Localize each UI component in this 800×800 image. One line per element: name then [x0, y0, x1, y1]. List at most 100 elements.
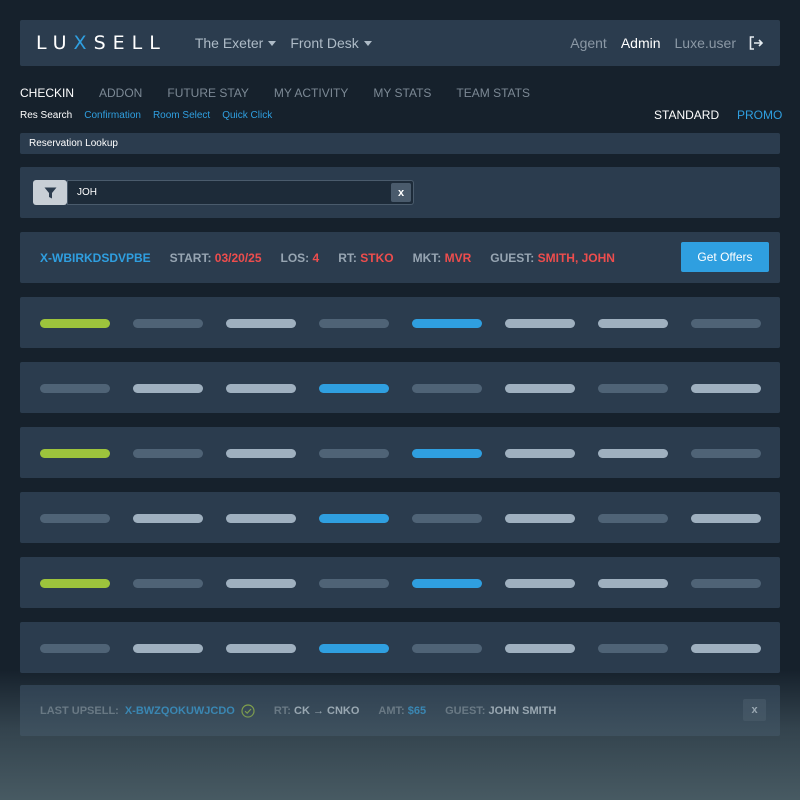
guest-label: GUEST:	[490, 250, 535, 265]
placeholder-pill	[691, 579, 761, 588]
placeholder-pill	[319, 384, 389, 393]
last-upsell-guest-value: JOHN SMITH	[488, 704, 557, 717]
start-label: START:	[169, 250, 212, 265]
offer-row[interactable]	[20, 297, 780, 348]
placeholder-pill	[412, 319, 482, 328]
placeholder-pill	[412, 579, 482, 588]
offer-row[interactable]	[20, 427, 780, 478]
placeholder-pill	[412, 644, 482, 653]
placeholder-pill	[691, 384, 761, 393]
placeholder-pill	[319, 449, 389, 458]
placeholder-pill	[226, 449, 296, 458]
placeholder-pill	[598, 644, 668, 653]
mkt-value: MVR	[444, 250, 472, 265]
tab-checkin[interactable]: CHECKIN	[20, 86, 74, 100]
property-label: The Exeter	[194, 35, 264, 51]
placeholder-pill	[319, 644, 389, 653]
section-title: Reservation Lookup	[20, 133, 780, 154]
chevron-down-icon	[268, 40, 277, 46]
placeholder-pill	[226, 644, 296, 653]
subtab-quick-click[interactable]: Quick Click	[222, 110, 272, 121]
subtab-res-search[interactable]: Res Search	[20, 110, 72, 121]
luxsell-logo[interactable]: LU X SELL	[36, 32, 167, 54]
offer-row[interactable]	[20, 622, 780, 673]
reservation-confirmation[interactable]: X-WBIRKDSDVPBE	[40, 251, 151, 265]
role-admin-toggle[interactable]: Admin	[621, 35, 661, 51]
placeholder-pill	[691, 514, 761, 523]
logout-icon[interactable]	[748, 35, 764, 51]
start-value: 03/20/25	[214, 250, 262, 265]
placeholder-pill	[133, 384, 203, 393]
clear-search-button[interactable]: x	[391, 183, 411, 202]
placeholder-pill	[412, 384, 482, 393]
last-upsell-bar: LAST UPSELL: X-BWZQOKUWJCDO RT: CK → CNK…	[20, 685, 780, 736]
last-upsell-rt-value: CK → CNKO	[294, 704, 360, 717]
last-upsell-guest-label: GUEST:	[445, 704, 486, 717]
search-panel: x	[20, 167, 780, 218]
rt-value: STKO	[360, 250, 394, 265]
last-upsell-amt-value: $65	[407, 704, 427, 717]
placeholder-pill	[226, 319, 296, 328]
top-bar: LU X SELL The Exeter Front Desk Agent Admi…	[20, 20, 780, 66]
logo-text-end: SELL	[93, 32, 167, 54]
placeholder-pill	[40, 449, 110, 458]
offer-row[interactable]	[20, 492, 780, 543]
placeholder-pill	[319, 319, 389, 328]
tab-future-stay[interactable]: FUTURE STAY	[167, 86, 249, 100]
tab-team-stats[interactable]: TEAM STATS	[456, 86, 530, 100]
placeholder-pill	[40, 319, 110, 328]
placeholder-pill	[505, 644, 575, 653]
username[interactable]: Luxe.user	[675, 35, 736, 51]
placeholder-pill	[319, 514, 389, 523]
dismiss-last-upsell-button[interactable]: x	[743, 699, 766, 721]
department-dropdown[interactable]: Front Desk	[290, 35, 372, 51]
offer-row[interactable]	[20, 557, 780, 608]
placeholder-pill	[598, 579, 668, 588]
property-dropdown[interactable]: The Exeter	[194, 35, 277, 51]
rt-label: RT:	[338, 250, 357, 265]
search-field: x	[67, 180, 414, 205]
subtab-confirmation[interactable]: Confirmation	[84, 110, 141, 121]
placeholder-pill	[226, 384, 296, 393]
placeholder-pill	[319, 579, 389, 588]
placeholder-pill	[133, 319, 203, 328]
placeholder-pill	[505, 449, 575, 458]
placeholder-pill	[598, 319, 668, 328]
mkt-label: MKT:	[412, 250, 442, 265]
placeholder-pill	[691, 644, 761, 653]
placeholder-pill	[133, 579, 203, 588]
mode-standard-toggle[interactable]: STANDARD	[654, 108, 719, 122]
reservation-summary: X-WBIRKDSDVPBE START: 03/20/25 LOS: 4 RT…	[20, 232, 780, 283]
placeholder-pill	[505, 579, 575, 588]
placeholder-pill	[505, 319, 575, 328]
placeholder-pill	[598, 384, 668, 393]
offer-row[interactable]	[20, 362, 780, 413]
los-label: LOS:	[280, 250, 310, 265]
get-offers-button[interactable]: Get Offers	[681, 242, 769, 272]
last-upsell-rt-label: RT:	[273, 704, 291, 717]
placeholder-pill	[598, 449, 668, 458]
search-input[interactable]	[77, 187, 377, 198]
tab-my-stats[interactable]: MY STATS	[373, 86, 431, 100]
tab-addon[interactable]: ADDON	[99, 86, 142, 100]
placeholder-pill	[412, 449, 482, 458]
placeholder-pill	[226, 514, 296, 523]
logo-text-x: X	[73, 32, 94, 54]
mode-promo-toggle[interactable]: PROMO	[737, 108, 782, 122]
placeholder-pill	[40, 579, 110, 588]
subtab-room-select[interactable]: Room Select	[153, 110, 210, 121]
placeholder-pill	[691, 449, 761, 458]
placeholder-pill	[412, 514, 482, 523]
placeholder-pill	[598, 514, 668, 523]
last-upsell-confirmation[interactable]: X-BWZQOKUWJCDO	[125, 705, 235, 717]
department-label: Front Desk	[290, 35, 359, 51]
sub-nav: Res Search Confirmation Room Select Quic…	[20, 110, 284, 121]
main-nav: CHECKIN ADDON FUTURE STAY MY ACTIVITY MY…	[20, 86, 555, 100]
placeholder-pill	[226, 579, 296, 588]
filter-icon	[44, 187, 56, 198]
last-upsell-amt-label: AMT:	[378, 704, 405, 717]
role-agent-toggle[interactable]: Agent	[570, 35, 607, 51]
filter-button[interactable]	[33, 180, 67, 205]
placeholder-pill	[505, 384, 575, 393]
tab-my-activity[interactable]: MY ACTIVITY	[274, 86, 348, 100]
